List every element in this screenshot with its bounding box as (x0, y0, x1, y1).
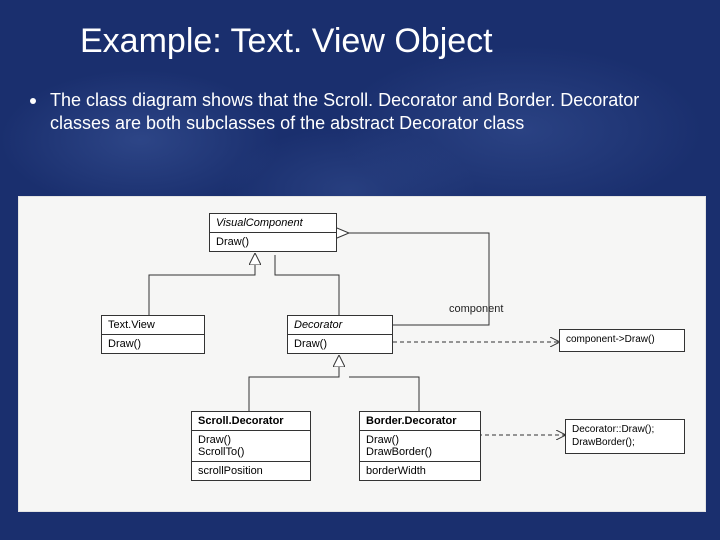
class-scrolldecorator: Scroll.Decorator Draw() ScrollTo() scrol… (191, 411, 311, 481)
class-borderdecorator: Border.Decorator Draw() DrawBorder() bor… (359, 411, 481, 481)
class-method: Draw() (210, 233, 336, 251)
association-label: component (449, 303, 503, 315)
class-name: Scroll.Decorator (192, 412, 310, 431)
page-title: Example: Text. View Object (0, 0, 720, 61)
class-name: Decorator (288, 316, 392, 335)
class-attrs: borderWidth (360, 462, 480, 480)
class-method: Draw() (102, 335, 204, 353)
class-name: Border.Decorator (360, 412, 480, 431)
bullet-text: The class diagram shows that the Scroll.… (50, 89, 680, 134)
note-decorator-draw: component->Draw() (559, 329, 685, 352)
class-method: Draw() (288, 335, 392, 353)
class-methods: Draw() ScrollTo() (192, 431, 310, 462)
bullet-dot-icon (30, 98, 36, 104)
class-attrs: scrollPosition (192, 462, 310, 480)
class-textview: Text.View Draw() (101, 315, 205, 354)
class-decorator: Decorator Draw() (287, 315, 393, 354)
class-name: VisualComponent (210, 214, 336, 233)
class-name: Text.View (102, 316, 204, 335)
note-border-draw: Decorator::Draw(); DrawBorder(); (565, 419, 685, 454)
bullet-item: The class diagram shows that the Scroll.… (0, 61, 720, 134)
uml-diagram: VisualComponent Draw() Text.View Draw() … (18, 196, 706, 512)
class-methods: Draw() DrawBorder() (360, 431, 480, 462)
class-visualcomponent: VisualComponent Draw() (209, 213, 337, 252)
